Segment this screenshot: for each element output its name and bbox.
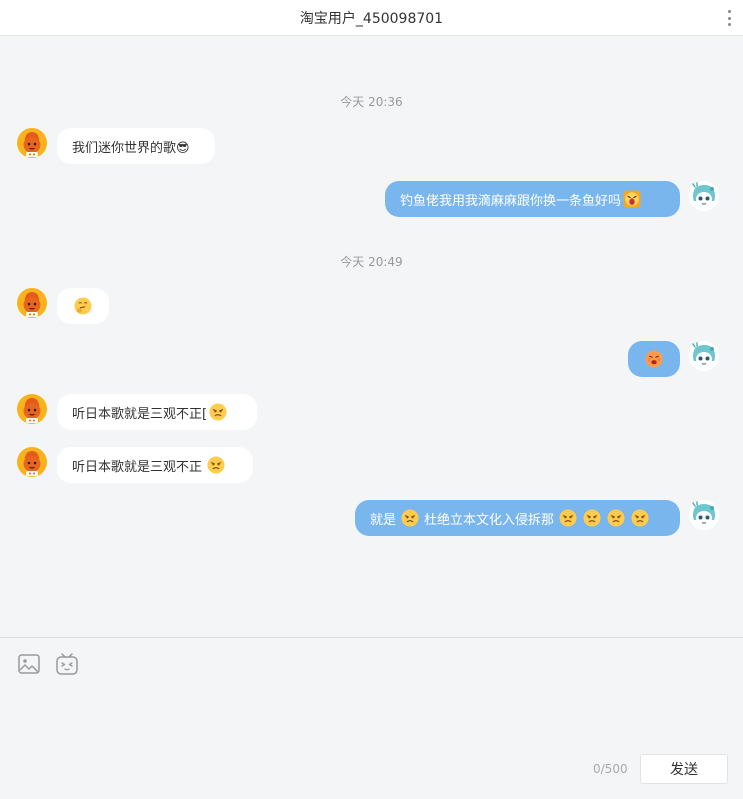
message-bubble-incoming[interactable]: 听日本歌就是三观不正[ xyxy=(57,394,257,430)
more-vertical-icon[interactable] xyxy=(725,10,733,26)
message-bubble-outgoing[interactable] xyxy=(628,341,680,377)
smirk-emoji-icon xyxy=(559,509,577,527)
smirk-emoji-icon xyxy=(607,509,625,527)
chat-header: 淘宝用户_450098701 xyxy=(0,0,743,36)
message-composer[interactable]: 0/500 发送 xyxy=(0,637,743,799)
message-text: 听日本歌就是三观不正[ xyxy=(72,406,208,422)
user-avatar[interactable] xyxy=(689,500,719,530)
send-button[interactable]: 发送 xyxy=(640,754,728,784)
message-text: 杜绝立本文化入侵拆那 xyxy=(424,512,555,528)
contact-avatar[interactable] xyxy=(17,394,47,424)
contact-avatar[interactable] xyxy=(17,447,47,477)
timestamp: 今天 20:36 xyxy=(340,95,403,109)
smirk-emoji-icon xyxy=(631,509,649,527)
emoji-icon[interactable] xyxy=(55,652,79,676)
message-bubble-incoming[interactable]: 听日本歌就是三观不正 xyxy=(57,447,253,483)
message-bubble-incoming[interactable]: 我们迷你世界的歌😎 xyxy=(57,128,215,164)
message-list[interactable]: 今天 20:36 我们迷你世界的歌😎 钓鱼佬我用我滴麻麻跟你换一条鱼好吗 今天 … xyxy=(0,36,743,637)
character-counter: 0/500 xyxy=(593,762,628,776)
contact-avatar[interactable] xyxy=(17,288,47,318)
smirk-emoji-icon xyxy=(209,403,227,421)
user-avatar[interactable] xyxy=(689,341,719,371)
smirk-emoji-icon xyxy=(401,509,419,527)
chat-title: 淘宝用户_450098701 xyxy=(299,10,444,27)
message-bubble-outgoing[interactable]: 钓鱼佬我用我滴麻麻跟你换一条鱼好吗 xyxy=(385,181,680,217)
thinking-emoji-icon xyxy=(74,297,92,315)
message-bubble-outgoing[interactable]: 就是 杜绝立本文化入侵拆那 xyxy=(355,500,680,536)
user-avatar[interactable] xyxy=(689,181,719,211)
scream-emoji-icon xyxy=(623,190,641,208)
smirk-emoji-icon xyxy=(207,456,225,474)
message-text: 我们迷你世界的歌😎 xyxy=(72,140,190,156)
message-text: 钓鱼佬我用我滴麻麻跟你换一条鱼好吗 xyxy=(400,193,622,209)
hot-face-emoji-icon xyxy=(645,350,663,368)
message-text: 听日本歌就是三观不正 xyxy=(72,459,203,475)
timestamp: 今天 20:49 xyxy=(340,255,403,269)
contact-avatar[interactable] xyxy=(17,128,47,158)
message-bubble-incoming[interactable] xyxy=(57,288,109,324)
smirk-emoji-icon xyxy=(583,509,601,527)
message-text: 就是 xyxy=(370,512,397,528)
image-icon[interactable] xyxy=(17,652,41,676)
